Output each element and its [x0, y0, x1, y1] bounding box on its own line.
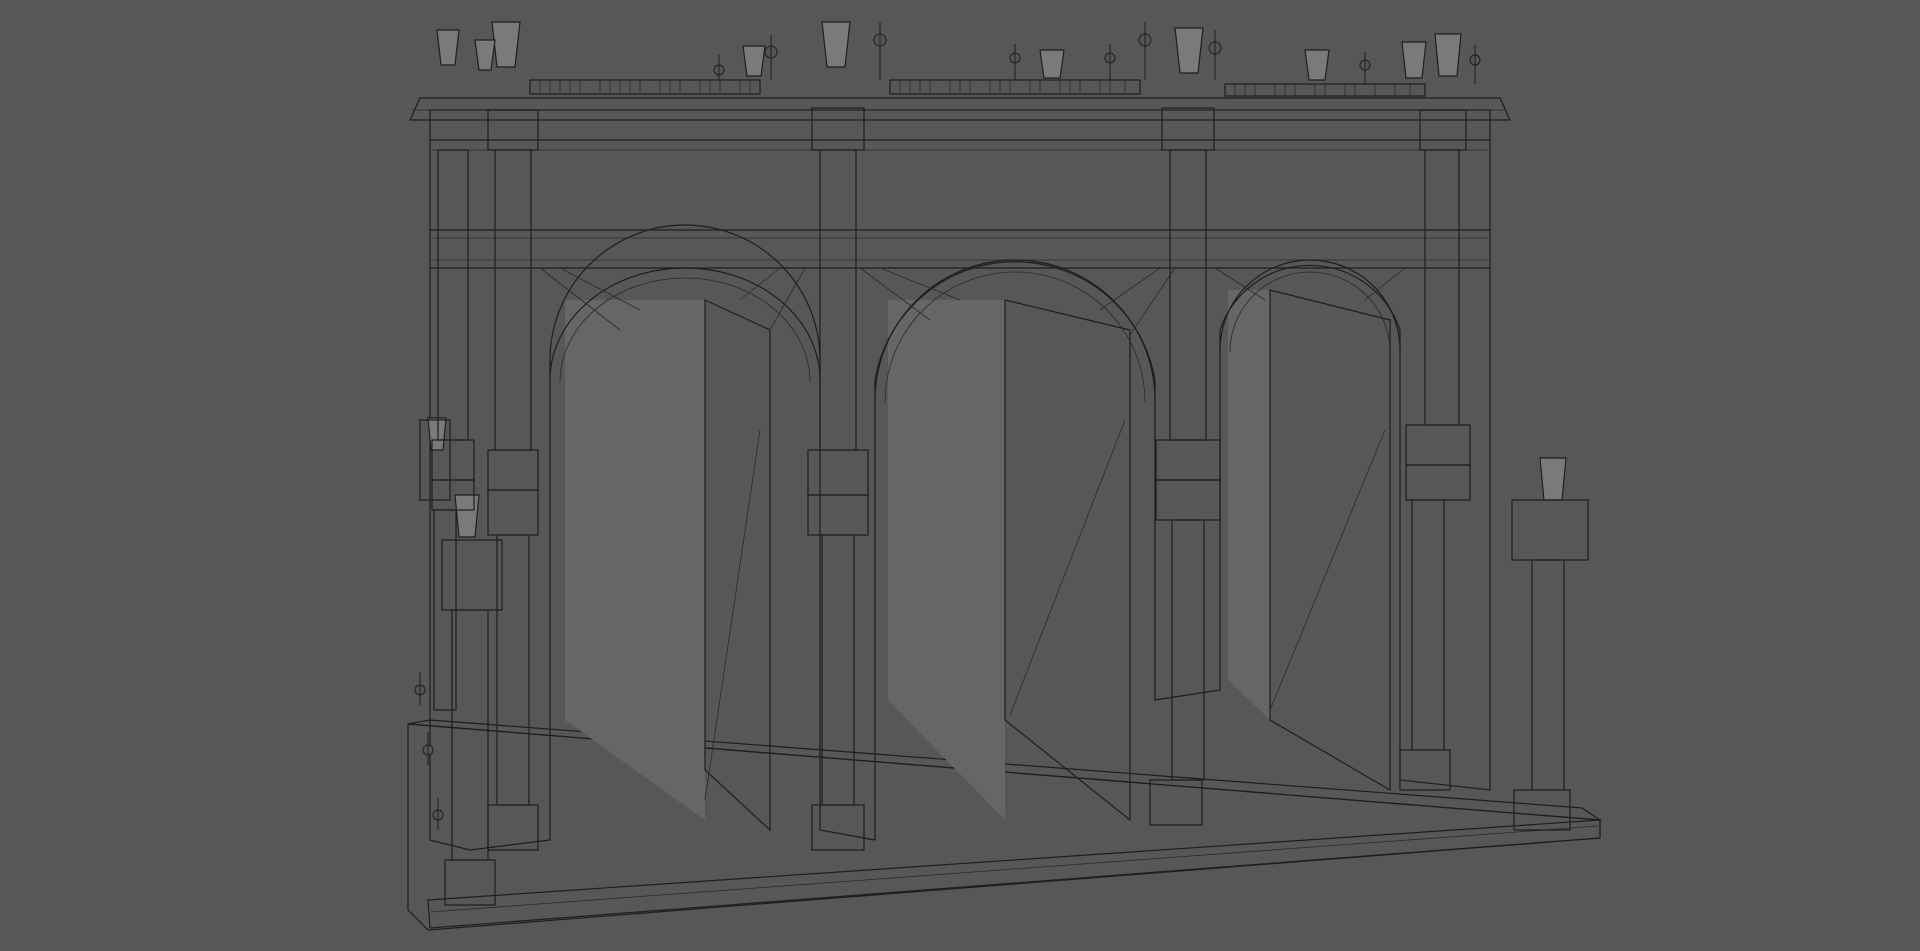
balustrade	[529, 79, 1426, 97]
arch-interiors	[565, 289, 1391, 832]
3d-viewport[interactable]	[0, 0, 1920, 951]
model-render	[407, 21, 1603, 931]
